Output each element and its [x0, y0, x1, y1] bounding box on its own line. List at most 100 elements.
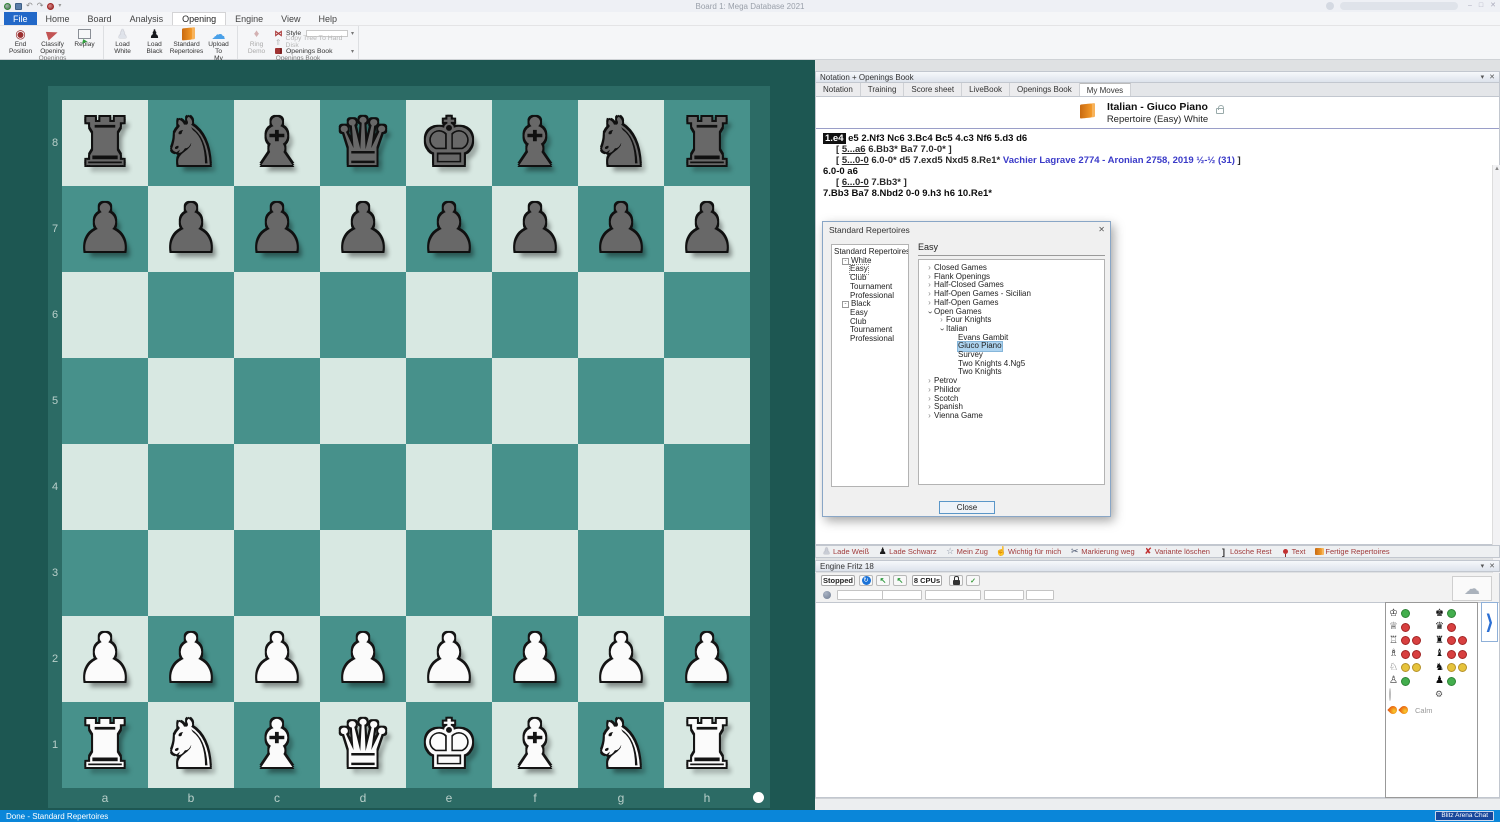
flame-icon[interactable]: [1398, 704, 1409, 715]
status-dot-red[interactable]: [1447, 623, 1456, 632]
square-f5[interactable]: [492, 358, 578, 444]
square-d8[interactable]: ♛: [320, 100, 406, 186]
tree-expander-icon[interactable]: ›: [925, 307, 934, 316]
engine-field-5[interactable]: [1026, 590, 1054, 600]
square-c8[interactable]: ♝: [234, 100, 320, 186]
square-b3[interactable]: [148, 530, 234, 616]
titlebar-search-pill[interactable]: [1340, 2, 1458, 10]
tool-star[interactable]: Mein Zug: [946, 546, 988, 557]
square-e3[interactable]: [406, 530, 492, 616]
move-text[interactable]: ]: [1235, 155, 1241, 166]
move-text[interactable]: 5...a6: [842, 144, 866, 155]
move-text[interactable]: 1.e4: [823, 133, 846, 144]
square-h3[interactable]: [664, 530, 750, 616]
square-c3[interactable]: [234, 530, 320, 616]
square-d2[interactable]: ♟: [320, 616, 406, 702]
tool-book[interactable]: Fertige Repertoires: [1314, 547, 1389, 556]
square-a6[interactable]: [62, 272, 148, 358]
tree-expander-icon[interactable]: ›: [937, 316, 946, 325]
status-dot-red[interactable]: [1412, 650, 1421, 659]
engine-field-1[interactable]: [837, 590, 883, 600]
tool-white-pawn[interactable]: Lade Weiß: [822, 546, 869, 557]
status-dot-yellow[interactable]: [1447, 663, 1456, 672]
status-dot-green[interactable]: [1401, 677, 1410, 686]
square-b5[interactable]: [148, 358, 234, 444]
move-text[interactable]: Vachier Lagrave 2774 - Aronian 2758, 201…: [1003, 155, 1235, 166]
square-h6[interactable]: [664, 272, 750, 358]
square-b8[interactable]: ♞: [148, 100, 234, 186]
replay-button[interactable]: Replay: [70, 27, 99, 55]
square-c6[interactable]: [234, 272, 320, 358]
square-b2[interactable]: ♟: [148, 616, 234, 702]
tree-expander-icon[interactable]: ›: [925, 412, 934, 421]
status-dot-red[interactable]: [1447, 636, 1456, 645]
engine-close-icon[interactable]: ✕: [1489, 562, 1495, 570]
tree-item-black[interactable]: -Black: [834, 300, 906, 309]
status-dot-yellow[interactable]: [1412, 663, 1421, 672]
gear-icon[interactable]: ⚙: [1435, 690, 1443, 700]
square-e6[interactable]: [406, 272, 492, 358]
tree-item-evans-gambit[interactable]: Evans Gambit: [921, 334, 1102, 343]
tool-scissors[interactable]: Markierung weg: [1070, 546, 1134, 557]
square-a8[interactable]: ♜: [62, 100, 148, 186]
tab-training[interactable]: Training: [861, 83, 905, 96]
square-b4[interactable]: [148, 444, 234, 530]
square-a7[interactable]: ♟: [62, 186, 148, 272]
openings-book-button[interactable]: Openings Book▾: [274, 47, 354, 55]
move-text[interactable]: 7.Bb3* ]: [869, 177, 907, 188]
tree-item-easy[interactable]: Easy: [834, 309, 906, 318]
square-h1[interactable]: ♜: [664, 702, 750, 788]
square-h4[interactable]: [664, 444, 750, 530]
move-text[interactable]: 6.0-0* d5 7.exd5 Nxd5 8.Re1*: [869, 155, 1003, 166]
tool-red-x[interactable]: Variante löschen: [1144, 546, 1210, 557]
square-a2[interactable]: ♟: [62, 616, 148, 702]
move-text[interactable]: 5...0-0: [842, 155, 869, 166]
square-h8[interactable]: ♜: [664, 100, 750, 186]
square-a1[interactable]: ♜: [62, 702, 148, 788]
square-h5[interactable]: [664, 358, 750, 444]
square-f7[interactable]: ♟: [492, 186, 578, 272]
end-position-button[interactable]: End Position: [6, 27, 35, 55]
ribbon-tab-home[interactable]: Home: [37, 12, 79, 25]
square-b1[interactable]: ♞: [148, 702, 234, 788]
status-dot-red[interactable]: [1401, 650, 1410, 659]
square-d4[interactable]: [320, 444, 406, 530]
status-dot-red[interactable]: [1447, 650, 1456, 659]
ribbon-tab-engine[interactable]: Engine: [226, 12, 272, 25]
square-g8[interactable]: ♞: [578, 100, 664, 186]
square-a5[interactable]: [62, 358, 148, 444]
ribbon-tab-help[interactable]: Help: [310, 12, 347, 25]
square-d6[interactable]: [320, 272, 406, 358]
status-dot-green[interactable]: [1401, 609, 1410, 618]
square-e1[interactable]: ♚: [406, 702, 492, 788]
square-c5[interactable]: [234, 358, 320, 444]
square-e2[interactable]: ♟: [406, 616, 492, 702]
square-c4[interactable]: [234, 444, 320, 530]
status-dot-yellow[interactable]: [1401, 663, 1410, 672]
status-dot-green[interactable]: [1447, 677, 1456, 686]
panel-collapse-icon[interactable]: ▾: [1481, 73, 1485, 81]
tree-item-giuco-piano[interactable]: Giuco Piano: [921, 342, 1102, 351]
square-g4[interactable]: [578, 444, 664, 530]
tab-notation[interactable]: Notation: [816, 83, 861, 96]
square-a3[interactable]: [62, 530, 148, 616]
close-button[interactable]: Close: [939, 501, 995, 514]
square-d3[interactable]: [320, 530, 406, 616]
tab-openings-book[interactable]: Openings Book: [1010, 83, 1080, 96]
tree-item-italian[interactable]: ›Italian: [921, 325, 1102, 334]
notation-scrollbar[interactable]: ▲ ▼: [1492, 165, 1500, 582]
square-f1[interactable]: ♝: [492, 702, 578, 788]
scroll-up-icon[interactable]: ▲: [1494, 166, 1500, 172]
square-h7[interactable]: ♟: [664, 186, 750, 272]
square-f8[interactable]: ♝: [492, 100, 578, 186]
tree-item-professional[interactable]: Professional: [834, 335, 906, 344]
square-g6[interactable]: [578, 272, 664, 358]
square-f2[interactable]: ♟: [492, 616, 578, 702]
ribbon-tab-opening[interactable]: Opening: [172, 12, 226, 25]
square-e4[interactable]: [406, 444, 492, 530]
square-c2[interactable]: ♟: [234, 616, 320, 702]
move-text[interactable]: 6...0-0: [842, 177, 869, 188]
expand-panel-button[interactable]: ⟩: [1481, 602, 1498, 642]
engine-field-4[interactable]: [984, 590, 1024, 600]
tree-item-easy[interactable]: Easy: [834, 265, 906, 274]
